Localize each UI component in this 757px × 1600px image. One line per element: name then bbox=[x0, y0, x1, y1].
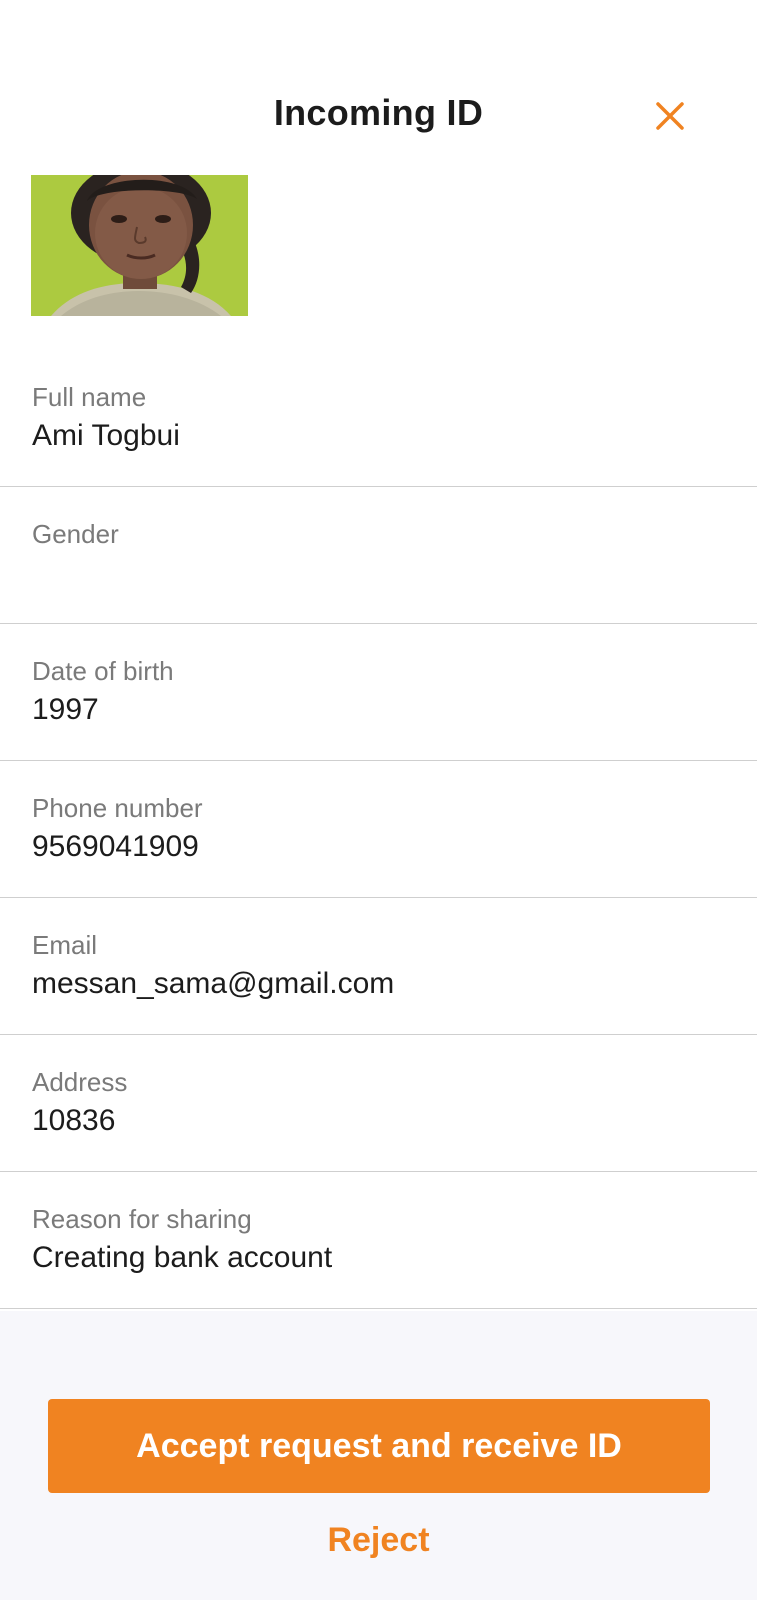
field-label: Full name bbox=[32, 382, 147, 412]
field-phone-number: Phone number 9569041909 bbox=[0, 761, 757, 898]
field-label: Reason for sharing bbox=[32, 1204, 252, 1234]
field-address: Address 10836 bbox=[0, 1035, 757, 1172]
profile-photo bbox=[31, 175, 248, 316]
field-reason-for-sharing: Reason for sharing Creating bank account bbox=[0, 1172, 757, 1309]
action-footer: Accept request and receive ID Reject bbox=[0, 1311, 757, 1600]
field-label: Date of birth bbox=[32, 656, 174, 686]
field-label: Email bbox=[32, 930, 98, 960]
incoming-id-screen: Incoming ID Full name Ami Togbui Gender … bbox=[0, 0, 757, 1600]
field-label: Address bbox=[32, 1067, 128, 1097]
field-value: Creating bank account bbox=[32, 1241, 333, 1274]
profile-photo-image bbox=[31, 175, 248, 316]
accept-request-button[interactable]: Accept request and receive ID bbox=[48, 1399, 710, 1493]
reject-button[interactable]: Reject bbox=[0, 1521, 757, 1560]
page-title: Incoming ID bbox=[273, 92, 484, 133]
field-label: Gender bbox=[32, 519, 119, 549]
field-label: Phone number bbox=[32, 793, 203, 823]
field-value: Ami Togbui bbox=[32, 419, 180, 452]
field-date-of-birth: Date of birth 1997 bbox=[0, 624, 757, 761]
close-icon bbox=[656, 102, 684, 130]
field-value: 9569041909 bbox=[32, 830, 199, 863]
close-button[interactable] bbox=[648, 94, 692, 138]
field-full-name: Full name Ami Togbui bbox=[0, 350, 757, 487]
header: Incoming ID bbox=[0, 80, 757, 146]
field-value: 10836 bbox=[32, 1104, 116, 1137]
field-email: Email messan_sama@gmail.com bbox=[0, 898, 757, 1035]
field-value: messan_sama@gmail.com bbox=[32, 967, 395, 1000]
field-value: 1997 bbox=[32, 693, 99, 726]
field-gender: Gender bbox=[0, 487, 757, 624]
id-details-list: Full name Ami Togbui Gender Date of birt… bbox=[0, 350, 757, 1309]
